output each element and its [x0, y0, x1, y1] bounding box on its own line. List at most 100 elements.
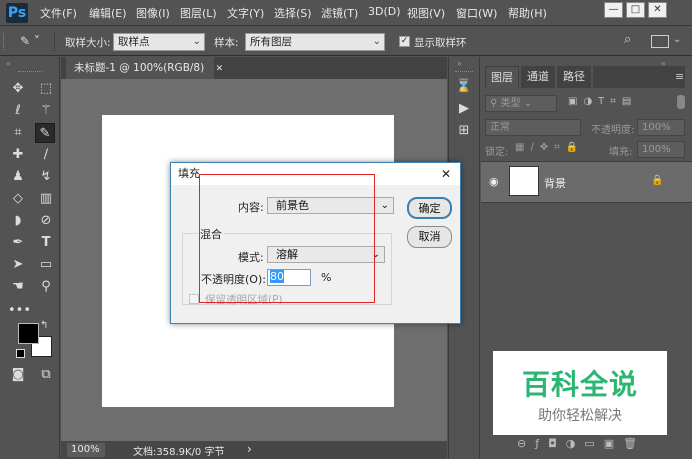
gradient-tool-icon[interactable]: ▥: [36, 189, 56, 209]
menu-edit[interactable]: 编辑(E): [89, 5, 127, 21]
tab-layers[interactable]: 图层: [485, 66, 519, 88]
chevron-down-icon: ⌄: [192, 36, 201, 47]
show-ring-checkbox[interactable]: ✓: [399, 36, 410, 47]
sample-size-select[interactable]: 取样点 ⌄: [113, 33, 205, 51]
more-tools-icon[interactable]: •••: [8, 301, 31, 321]
cancel-button[interactable]: 取消: [407, 226, 452, 248]
layer-row[interactable]: ◉ 背景 🔒: [481, 161, 692, 203]
menu-image[interactable]: 图像(I): [136, 5, 170, 21]
actions-panel-icon[interactable]: ▶: [454, 99, 474, 119]
foreground-color-swatch[interactable]: [18, 323, 39, 344]
pen-tool-icon[interactable]: ✒: [8, 233, 28, 253]
history-brush-tool-icon[interactable]: ↯: [36, 167, 56, 187]
hand-tool-icon[interactable]: ☚: [8, 277, 28, 297]
menu-view[interactable]: 视图(V): [407, 5, 445, 21]
eyedropper-tool-icon[interactable]: ✎: [35, 123, 55, 143]
options-bar: ✎ ˅ 取样大小: 取样点 ⌄ 样本: 所有图层 ⌄ ✓ 显示取样环 ⌕ ⌄: [0, 27, 692, 56]
marquee-tool-icon[interactable]: ⬚: [36, 79, 56, 99]
tab-paths[interactable]: 路径: [557, 66, 591, 88]
watermark-title: 百科全说: [521, 368, 638, 401]
status-menu-arrow-icon[interactable]: ›: [247, 442, 252, 456]
watermark-subtitle: 助你轻松解决: [538, 408, 622, 424]
sample-size-value: 取样点: [118, 36, 150, 48]
photoshop-logo: Ps: [6, 3, 28, 23]
properties-panel-icon[interactable]: ⊞: [454, 121, 474, 141]
minimize-button[interactable]: —: [604, 2, 623, 18]
toolbox: « ✥ ⬚ ℓ ⚚ ⌗ ✎ ✚ ∕ ♟ ↯ ◇ ▥ ◗ ⊘ ✒ T ➤ ▭ ☚ …: [0, 57, 60, 459]
panel-footer-icons[interactable]: ⊖ƒ◘◑▭▣🗑: [517, 437, 646, 450]
default-colors-icon[interactable]: [16, 349, 25, 358]
kind-filter-select[interactable]: ⚲ 类型 ⌄: [485, 95, 557, 112]
status-bar: 100% 文档:358.9K/0 字节 ›: [61, 441, 447, 459]
tab-bar-filler: [593, 66, 685, 88]
options-grip[interactable]: [3, 33, 7, 50]
lock-icons[interactable]: ▦∕✥⌗🔒: [515, 142, 584, 153]
blur-tool-icon[interactable]: ◗: [8, 211, 28, 231]
lasso-tool-icon[interactable]: ℓ: [8, 101, 28, 121]
document-tab[interactable]: 未标题-1 @ 100%(RGB/8) ✕: [66, 57, 223, 79]
dialog-close-icon[interactable]: ✕: [441, 163, 451, 185]
preserve-transparency-checkbox[interactable]: [189, 294, 199, 304]
dodge-tool-icon[interactable]: ⊘: [36, 211, 56, 231]
close-window-button[interactable]: ✕: [648, 2, 667, 18]
maximize-button[interactable]: □: [626, 2, 645, 18]
lock-label: 锁定:: [485, 147, 509, 158]
highlight-annotation-box: [199, 174, 375, 303]
toolbox-grip[interactable]: [18, 71, 42, 72]
menu-type[interactable]: 文字(Y): [227, 5, 264, 21]
zoom-tool-icon[interactable]: ⚲: [36, 277, 56, 297]
collapse-arrows-icon[interactable]: «: [6, 59, 54, 68]
menu-help[interactable]: 帮助(H): [508, 5, 547, 21]
swap-colors-icon[interactable]: ↰: [40, 320, 48, 331]
show-ring-label: 显示取样环: [414, 37, 467, 49]
eraser-tool-icon[interactable]: ◇: [8, 189, 28, 209]
search-icon[interactable]: ⌕: [624, 32, 640, 50]
sample-label: 样本:: [214, 37, 239, 49]
layer-name[interactable]: 背景: [544, 175, 566, 191]
history-panel-icon[interactable]: ⌛: [454, 77, 474, 97]
menu-filter[interactable]: 滤镜(T): [321, 5, 358, 21]
menu-3d[interactable]: 3D(D): [368, 5, 401, 18]
close-tab-icon[interactable]: ✕: [216, 64, 224, 74]
layer-thumbnail: [509, 166, 539, 196]
workspace-icon[interactable]: [651, 35, 669, 48]
ok-button[interactable]: 确定: [407, 197, 452, 219]
path-selection-tool-icon[interactable]: ➤: [8, 255, 28, 275]
sample-size-label: 取样大小:: [65, 37, 111, 49]
sample-select[interactable]: 所有图层 ⌄: [245, 33, 385, 51]
healing-brush-tool-icon[interactable]: ✚: [8, 145, 28, 165]
filter-toggle-icon[interactable]: [677, 95, 685, 109]
chevron-down-icon[interactable]: ⌄: [673, 34, 681, 45]
watermark: 百科全说 助你轻松解决: [493, 351, 667, 435]
panel-opacity-field[interactable]: 100%: [637, 119, 685, 136]
expand-arrows-icon[interactable]: »: [457, 59, 462, 68]
magic-wand-tool-icon[interactable]: ⚚: [36, 101, 56, 121]
crop-tool-icon[interactable]: ⌗: [8, 123, 28, 143]
fill-label: 填充:: [609, 147, 633, 158]
menu-bar: Ps 文件(F) 编辑(E) 图像(I) 图层(L) 文字(Y) 选择(S) 滤…: [0, 0, 692, 26]
menu-layer[interactable]: 图层(L): [180, 5, 217, 21]
menu-window[interactable]: 窗口(W): [456, 5, 497, 21]
eyedropper-tool-preset-icon[interactable]: ✎ ˅: [20, 33, 46, 50]
blend-mode-select[interactable]: 正常: [485, 119, 581, 136]
menu-file[interactable]: 文件(F): [40, 5, 77, 21]
visibility-eye-icon[interactable]: ◉: [489, 175, 499, 188]
sample-value: 所有图层: [250, 36, 292, 48]
screen-mode-icon[interactable]: ⧉: [36, 365, 56, 385]
brush-tool-icon[interactable]: ∕: [36, 145, 56, 165]
quick-mask-icon[interactable]: ◙: [8, 365, 28, 385]
rectangle-tool-icon[interactable]: ▭: [36, 255, 56, 275]
lock-icon: 🔒: [651, 175, 664, 186]
move-tool-icon[interactable]: ✥: [8, 79, 28, 99]
menu-select[interactable]: 选择(S): [274, 5, 312, 21]
panel-menu-icon[interactable]: ≡: [675, 70, 684, 83]
fill-field[interactable]: 100%: [637, 141, 685, 158]
zoom-level[interactable]: 100%: [67, 443, 105, 457]
clone-stamp-tool-icon[interactable]: ♟: [8, 167, 28, 187]
filter-icons[interactable]: ▣◑T⌗▤: [568, 96, 637, 107]
document-info: 文档:358.9K/0 字节: [133, 447, 225, 458]
strip-grip[interactable]: [455, 71, 473, 72]
type-tool-icon[interactable]: T: [36, 233, 56, 253]
chevron-down-icon: ⌄: [372, 36, 381, 47]
tab-channels[interactable]: 通道: [521, 66, 555, 88]
